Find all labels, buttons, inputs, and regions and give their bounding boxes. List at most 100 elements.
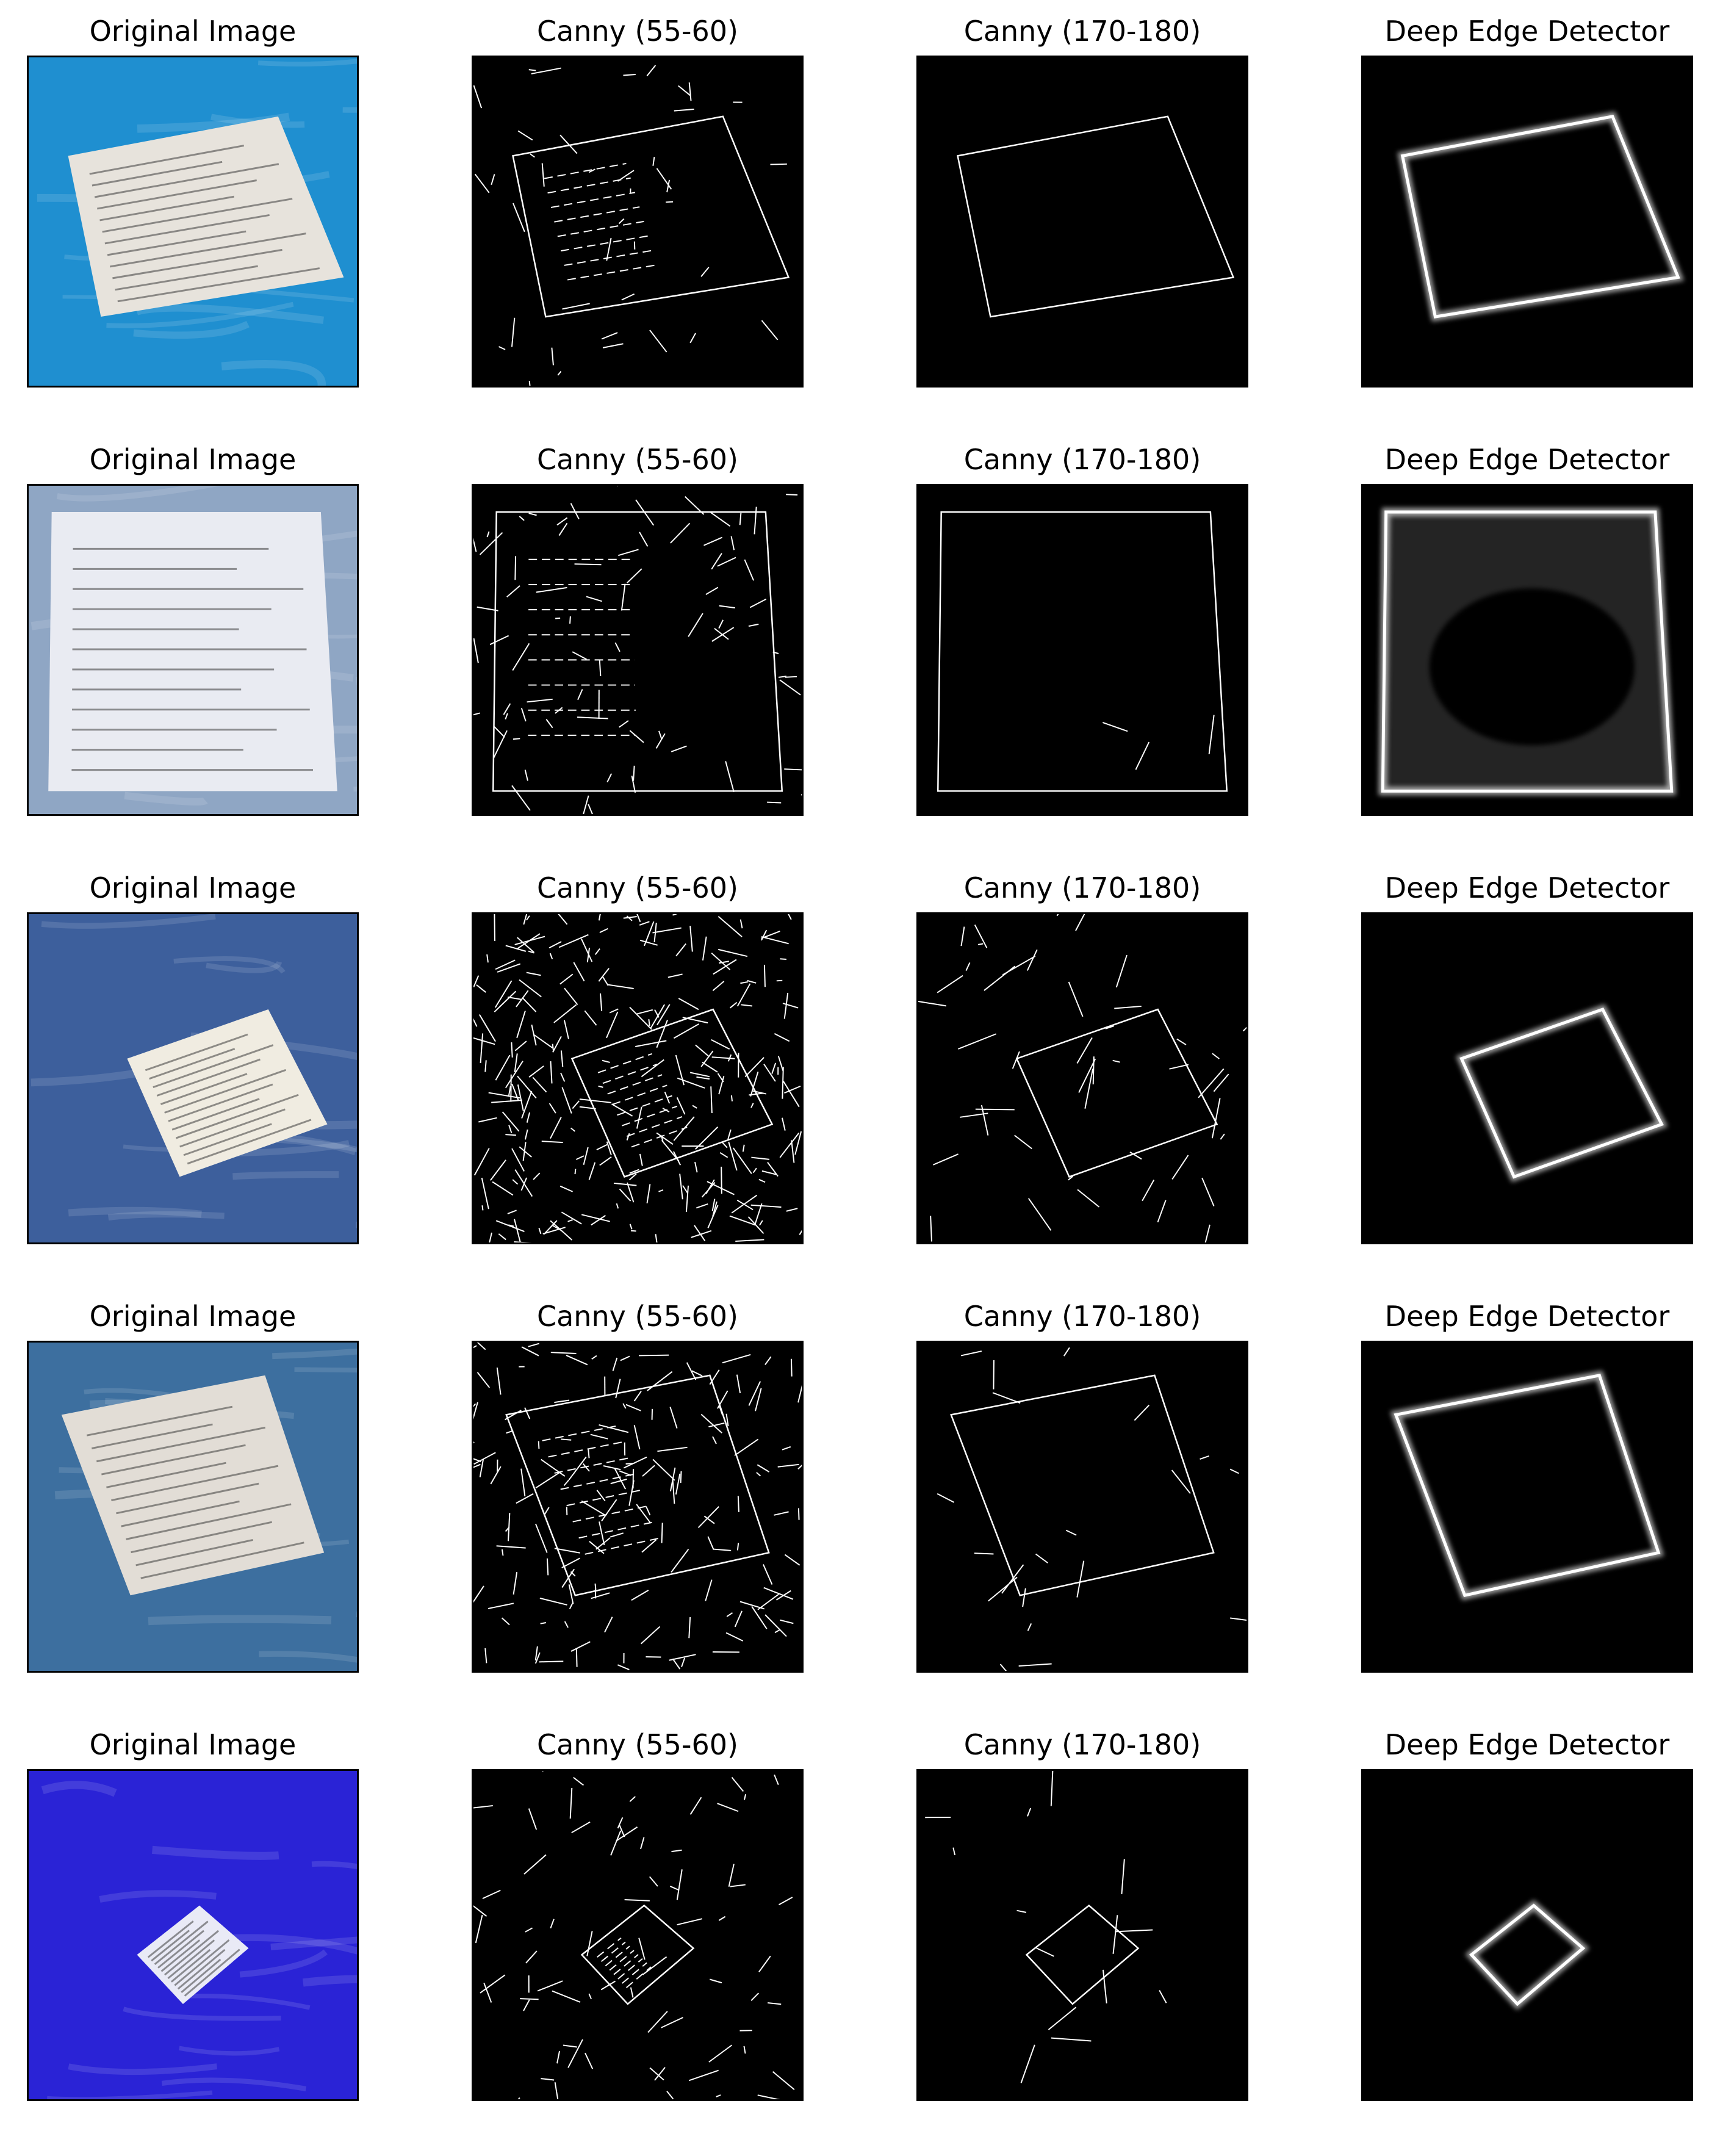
panel-image	[27, 56, 359, 388]
background	[473, 486, 802, 814]
panel-canny-low: Canny (55-60)	[472, 1728, 804, 2101]
panel-image	[27, 912, 359, 1244]
panel-image	[916, 56, 1248, 388]
edge-fragment	[481, 1205, 484, 1211]
edge-fragment	[1092, 1056, 1095, 1084]
background	[473, 57, 802, 386]
image-render	[29, 914, 357, 1242]
image-render	[918, 914, 1247, 1242]
texture	[107, 1211, 225, 1221]
panel-image	[916, 1769, 1248, 2101]
panel-title: Original Image	[89, 871, 297, 904]
edge-fragment	[513, 738, 520, 740]
texture	[302, 1975, 357, 1987]
panel-title: Canny (170-180)	[963, 443, 1201, 476]
image-render	[473, 57, 802, 386]
texture	[232, 1171, 339, 1180]
background	[473, 1771, 802, 2099]
panel-image	[472, 1341, 804, 1673]
edge-fragment	[786, 494, 798, 496]
panel-original: Original Image	[27, 1300, 359, 1673]
panel-canny-high: Canny (170-180)	[916, 1728, 1248, 2101]
edge-fragment	[588, 1449, 590, 1458]
image-render	[918, 57, 1247, 386]
edge-fragment	[494, 914, 495, 941]
panel-image	[472, 56, 804, 388]
image-render	[1363, 1343, 1691, 1671]
panel-title: Canny (170-180)	[963, 871, 1201, 904]
edge-fragment	[539, 1660, 564, 1663]
panel-deep-edge: Deep Edge Detector	[1361, 871, 1693, 1244]
edge-fragment	[974, 1552, 994, 1555]
panel-deep-edge: Deep Edge Detector	[1361, 443, 1693, 816]
panel-original: Original Image	[27, 1728, 359, 2101]
panel-image	[1361, 1769, 1693, 2101]
edge-fragment	[721, 1166, 722, 1194]
panel-canny-high: Canny (170-180)	[916, 443, 1248, 816]
image-render	[473, 486, 802, 814]
panel-deep-edge: Deep Edge Detector	[1361, 15, 1693, 388]
panel-image	[472, 484, 804, 816]
panel-canny-low: Canny (55-60)	[472, 871, 804, 1244]
panel-original: Original Image	[27, 871, 359, 1244]
panel-title: Original Image	[89, 1300, 297, 1333]
panel-title: Canny (55-60)	[536, 1728, 739, 1761]
edge-fragment	[784, 768, 802, 771]
panel-image	[27, 1769, 359, 2101]
texture	[148, 1615, 332, 1626]
panel-canny-high: Canny (170-180)	[916, 1300, 1248, 1673]
panel-image	[916, 912, 1248, 1244]
panel-image	[472, 1769, 804, 2101]
panel-original: Original Image	[27, 15, 359, 388]
panel-image	[1361, 912, 1693, 1244]
image-render	[473, 914, 802, 1242]
edge-fragment	[977, 943, 984, 945]
panel-canny-low: Canny (55-60)	[472, 15, 804, 388]
panel-image	[1361, 56, 1693, 388]
panel-title: Canny (170-180)	[963, 1728, 1201, 1761]
dark-center	[1429, 588, 1635, 746]
image-render	[918, 486, 1247, 814]
background	[918, 1771, 1247, 2099]
background	[918, 1343, 1247, 1671]
edge-fragment	[511, 1042, 513, 1058]
panel-title: Deep Edge Detector	[1384, 871, 1670, 904]
panel-title: Deep Edge Detector	[1384, 1300, 1670, 1333]
panel-canny-high: Canny (170-180)	[916, 15, 1248, 388]
panel-canny-low: Canny (55-60)	[472, 1300, 804, 1673]
panel-image	[27, 484, 359, 816]
image-render	[918, 1343, 1247, 1671]
image-render	[1363, 1771, 1691, 2099]
panel-image	[1361, 484, 1693, 816]
image-render	[29, 486, 357, 814]
background	[918, 57, 1247, 386]
panel-image	[472, 912, 804, 1244]
image-render	[1363, 914, 1691, 1242]
panel-title: Original Image	[89, 15, 297, 48]
panel-canny-low: Canny (55-60)	[472, 443, 804, 816]
background	[918, 486, 1247, 814]
edge-fragment	[767, 801, 782, 804]
background	[473, 914, 802, 1242]
texture	[294, 1367, 357, 1373]
panel-title: Deep Edge Detector	[1384, 443, 1670, 476]
panel-original: Original Image	[27, 443, 359, 816]
panel-image	[27, 1341, 359, 1673]
image-render	[29, 57, 357, 386]
panel-title: Canny (170-180)	[963, 1300, 1201, 1333]
image-render	[473, 1343, 802, 1671]
image-render	[1363, 486, 1691, 814]
panel-image	[916, 484, 1248, 816]
panel-canny-high: Canny (170-180)	[916, 871, 1248, 1244]
panel-title: Deep Edge Detector	[1384, 15, 1670, 48]
image-render	[473, 1771, 802, 2099]
edge-fragment	[638, 1354, 669, 1357]
edge-fragment	[975, 1108, 1015, 1111]
panel-title: Canny (55-60)	[536, 1300, 739, 1333]
panel-title: Original Image	[89, 1728, 297, 1761]
background	[1363, 1771, 1691, 2099]
edge-fragment	[770, 163, 787, 165]
image-render	[29, 1771, 357, 2099]
edge-fragment	[661, 1523, 663, 1543]
edge-fragment	[505, 1134, 516, 1136]
